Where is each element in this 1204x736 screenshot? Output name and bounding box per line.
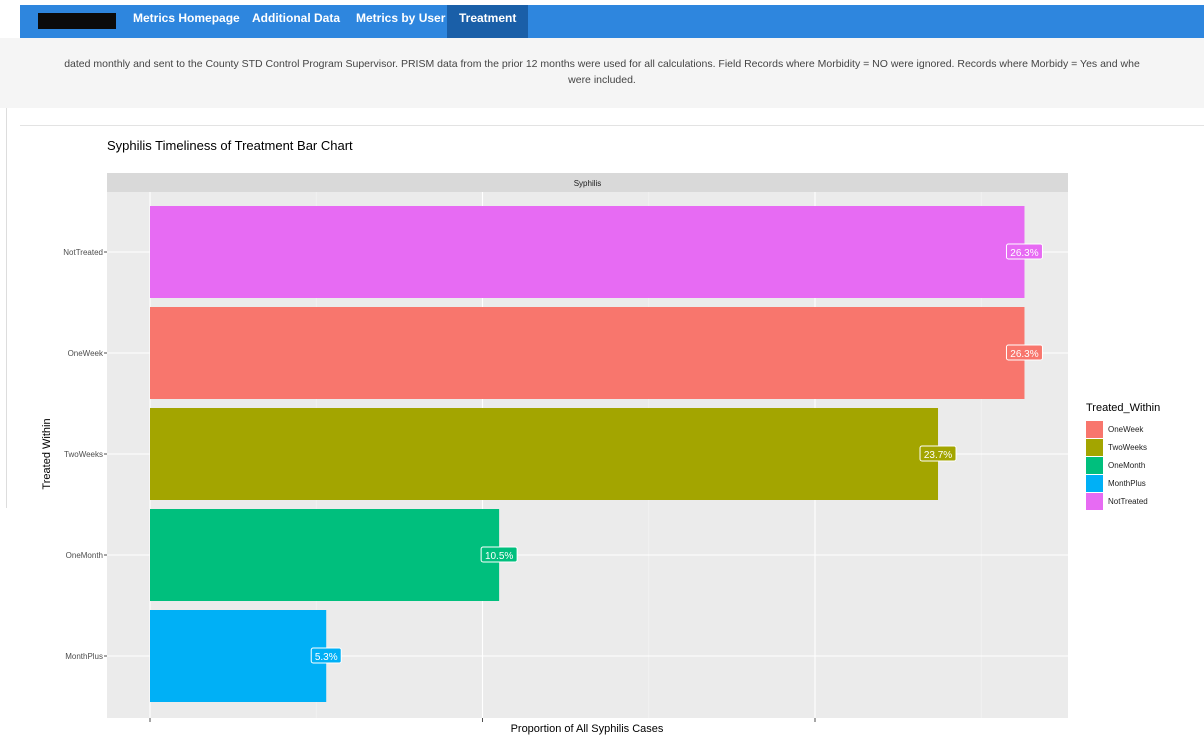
bar-nottreated [150,206,1025,298]
bar-chart: Syphilis NotTreated 26.3% OneWeek 26.3% TwoWe… [41,173,1068,735]
y-tick-label: NotTreated [63,248,103,257]
legend-item: TwoWeeks [1086,438,1160,456]
legend-label: MonthPlus [1108,478,1146,488]
bar-onemonth [150,509,500,601]
legend-key [1086,492,1103,510]
y-axis-title: Treated Within [41,418,53,489]
legend-label: NotTreated [1108,496,1148,506]
data-label: 10.5% [485,551,513,562]
data-label: 5.3% [315,652,338,663]
y-tick-label: MonthPlus [65,652,103,661]
bar-twoweeks [150,408,939,500]
legend-label: TwoWeeks [1108,442,1147,452]
legend-key [1086,456,1103,474]
legend-item: OneMonth [1086,456,1160,474]
legend-key [1086,474,1103,492]
legend-title: Treated_Within [1086,402,1161,414]
legend-key [1086,420,1103,438]
data-label: 23.7% [924,450,952,461]
chart-legend: Treated_Within OneWeek TwoWeeks OneMonth Mo… [1086,402,1160,510]
y-tick-label: TwoWeeks [64,450,103,459]
legend-item: OneWeek [1086,420,1160,438]
legend-item: MonthPlus [1086,474,1160,492]
y-tick-label: OneWeek [68,349,104,358]
legend-label: OneMonth [1108,460,1146,470]
bar-monthplus [150,610,327,702]
data-label: 26.3% [1010,248,1038,259]
legend-label: OneWeek [1108,424,1144,434]
data-label: 26.3% [1010,349,1038,360]
facet-strip-label: Syphilis [574,179,602,188]
x-axis-title: Proportion of All Syphilis Cases [511,723,664,735]
legend-item: NotTreated [1086,492,1160,510]
bar-oneweek [150,307,1025,399]
y-tick-label: OneMonth [66,551,103,560]
legend-key [1086,438,1103,456]
